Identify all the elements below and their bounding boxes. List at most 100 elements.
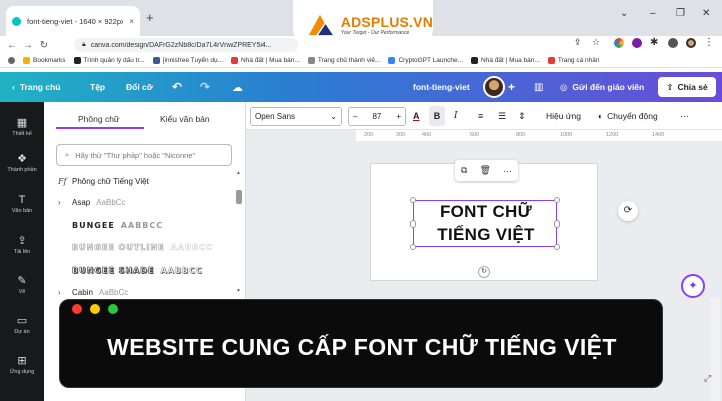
list-item-vietnamese-fonts[interactable]: Ff Phông chữ Tiếng Việt — [58, 177, 149, 186]
window-dot-red — [72, 304, 82, 314]
resize-handle[interactable] — [410, 197, 416, 203]
rail-item-draw[interactable]: ✎ Vẽ — [0, 274, 44, 295]
magic-assistant-icon[interactable]: ✦ — [681, 274, 705, 298]
resize-button[interactable]: Đổi cỡ — [126, 72, 153, 102]
bookmark-item[interactable]: Trang chủ thành viê... — [307, 57, 380, 64]
resize-handle[interactable] — [410, 220, 416, 228]
rail-item-design[interactable]: ▦ Thiết kế — [0, 116, 44, 137]
font-item-bungee[interactable]: BUNGEE AABBCC — [58, 221, 163, 230]
fullscreen-icon[interactable]: ⤢ — [704, 373, 711, 384]
check-circle-icon: ◎ — [560, 81, 568, 92]
trash-icon[interactable]: 🗑︎ — [479, 165, 490, 176]
browser-menu-icon[interactable]: ⋮ — [704, 37, 714, 48]
bookmark-item[interactable] — [8, 57, 15, 64]
resize-handle[interactable] — [410, 244, 416, 250]
back-arrow-icon[interactable]: ← — [4, 40, 20, 51]
file-menu-button[interactable]: Tệp — [90, 72, 105, 102]
cloud-save-icon[interactable]: ☁ — [232, 72, 243, 102]
tab-text-styles[interactable]: Kiểu văn bản — [160, 114, 210, 124]
list-icon[interactable]: ☰ — [498, 106, 506, 126]
effects-button[interactable]: Hiệu ứng — [546, 106, 581, 126]
share-button[interactable]: ⇧ Chia sẻ — [658, 77, 716, 97]
logo-tagline: Your Target - Our Performance — [340, 30, 410, 36]
bookmarks-bar: Bookmarks Trình quản lý dấu tr... [innis… — [0, 54, 722, 68]
line-spacing-icon[interactable]: ⇕ — [518, 106, 526, 126]
chevron-right-icon[interactable]: › — [58, 198, 66, 207]
font-item-cabin[interactable]: › Cabin AaBbCc — [58, 288, 128, 297]
scroll-down-icon: ▼ — [236, 288, 241, 294]
sidebar-icon[interactable] — [668, 38, 678, 48]
document-title[interactable]: font-tieng-viet — [413, 72, 470, 102]
comment-icon[interactable]: ⟳ — [618, 201, 638, 221]
panel-scrollbar[interactable]: ▲ ▼ — [236, 170, 242, 300]
text-color-button[interactable]: A — [413, 106, 420, 126]
canvas-scrollbar[interactable]: ⤢ — [704, 298, 720, 401]
reload-icon[interactable]: ↻ — [36, 40, 52, 51]
analytics-icon[interactable]: ▥ — [534, 72, 543, 102]
canva-header: ‹ Trang chủ Tệp Đổi cỡ ↶ ↷ ☁ font-tieng-… — [0, 72, 722, 102]
font-size-value[interactable]: 87 — [372, 112, 381, 121]
more-options-icon[interactable]: ··· — [503, 166, 512, 176]
maximize-button[interactable]: ❐ — [676, 8, 685, 19]
new-tab-button[interactable]: + — [146, 10, 154, 25]
tab-close-icon[interactable]: × — [129, 17, 134, 26]
rail-item-text[interactable]: T Văn bản — [0, 194, 44, 214]
upload-icon: ⇪ — [17, 235, 27, 247]
font-item-bungee-shade[interactable]: BUNGEE SHADE AABBCC — [58, 266, 203, 276]
increase-size-button[interactable]: + — [396, 112, 401, 121]
font-item-bungee-outline[interactable]: BUNGEE OUTLINE AABBCC — [58, 243, 213, 253]
resize-handle[interactable] — [554, 220, 560, 228]
share-page-icon[interactable]: ⇪ — [574, 37, 584, 47]
star-icon[interactable]: ☆ — [592, 37, 602, 47]
bookmark-favicon-icon — [231, 57, 239, 64]
decrease-size-button[interactable]: – — [353, 112, 357, 121]
align-center-icon[interactable]: ≡ — [478, 106, 483, 126]
add-collaborator-icon[interactable]: + — [508, 72, 515, 102]
tab-fonts[interactable]: Phông chữ — [78, 114, 120, 124]
bookmark-item[interactable]: Bookmarks — [23, 57, 66, 64]
rail-item-uploads[interactable]: ⇪ Tải lên — [0, 234, 44, 255]
browser-tab[interactable]: font-tieng-viet - 1640 × 922px × — [6, 6, 140, 36]
bookmark-item[interactable]: Nhà đất | Mua bán... — [231, 57, 300, 64]
animate-button[interactable]: ◐ Chuyển động — [598, 106, 658, 126]
puzzle-icon[interactable]: ✱ — [650, 37, 660, 48]
bookmark-item[interactable]: Nhà đất | Mua bán... — [471, 57, 540, 64]
bookmark-item[interactable]: Trang cá nhân — [547, 57, 600, 64]
user-avatar[interactable] — [483, 76, 505, 98]
undo-icon[interactable]: ↶ — [172, 72, 182, 102]
rail-item-elements[interactable]: ❖ Thành phần — [0, 152, 44, 173]
more-options-icon[interactable]: ··· — [680, 106, 689, 126]
bookmark-item[interactable]: CryptoGPT Launche... — [388, 57, 463, 64]
font-search-input[interactable]: ⌕ Hãy thử "Thư pháp" hoặc "Niconne" — [56, 144, 232, 166]
extension-icon[interactable] — [632, 38, 642, 48]
bookmark-item[interactable]: Trình quản lý dấu tr... — [73, 57, 145, 64]
font-item-asap[interactable]: › Asap AaBbCc — [58, 198, 126, 207]
home-button[interactable]: ‹ Trang chủ — [12, 72, 60, 102]
redo-icon[interactable]: ↷ — [200, 72, 210, 102]
font-size-stepper[interactable]: – 87 + — [348, 107, 406, 126]
canvas-text-line-2[interactable]: TIẾNG VIỆT — [414, 225, 558, 245]
font-family-select[interactable]: Open Sans ⌄ — [250, 107, 342, 126]
send-to-teacher-button[interactable]: ◎ Gửi đến giáo viên — [560, 72, 644, 102]
rail-item-projects[interactable]: ▭ Dự án — [0, 314, 44, 335]
italic-button[interactable]: I — [454, 106, 458, 126]
profile-avatar[interactable] — [686, 38, 696, 48]
minimize-button[interactable]: – — [650, 8, 656, 19]
url-field[interactable]: 🔒︎ canva.com/design/DAFrG2zNb8c/Da7L4rVn… — [74, 38, 298, 52]
chevron-right-icon[interactable]: › — [58, 288, 66, 297]
scrollbar-thumb[interactable] — [236, 190, 242, 204]
extension-icon[interactable] — [614, 38, 624, 48]
bookmark-favicon-icon — [471, 57, 479, 64]
bookmark-item[interactable]: [innisfree Tuyển dụ... — [152, 57, 223, 64]
duplicate-icon[interactable]: ⧉ — [461, 165, 467, 176]
close-window-button[interactable]: ✕ — [702, 8, 710, 19]
tab-search-icon[interactable]: ⌄ — [620, 8, 628, 19]
rotate-handle-icon[interactable]: ↻ — [478, 266, 490, 278]
resize-handle[interactable] — [554, 197, 560, 203]
selected-text-element[interactable]: FONT CHỮ TIẾNG VIỆT — [410, 197, 560, 250]
forward-arrow-icon[interactable]: → — [20, 40, 36, 51]
rail-item-apps[interactable]: ⊞ Ứng dụng — [0, 354, 44, 375]
canvas-text-line-1[interactable]: FONT CHỮ — [414, 202, 558, 222]
bold-button[interactable]: B — [429, 106, 445, 126]
resize-handle[interactable] — [554, 244, 560, 250]
